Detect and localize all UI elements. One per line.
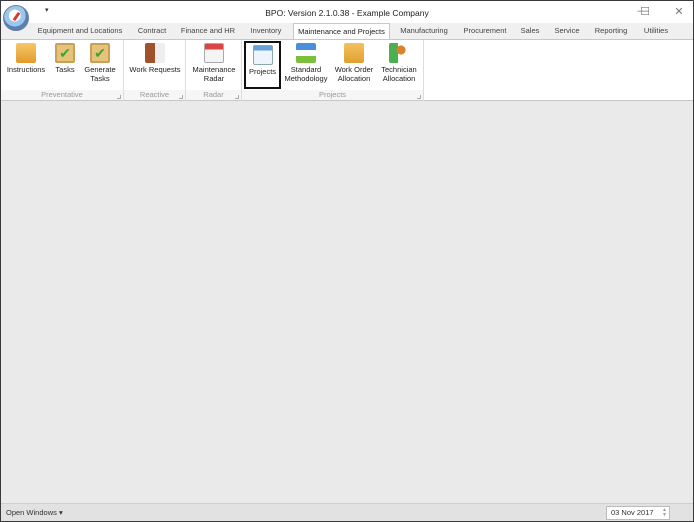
tasks-label: Tasks — [55, 65, 75, 74]
tab-equipment-and-locations[interactable]: Equipment and Locations — [34, 23, 126, 39]
tab-procurement[interactable]: Procurement — [458, 23, 512, 39]
tab-inventory[interactable]: Inventory — [244, 23, 288, 39]
technician-allocation-label-2: Allocation — [382, 73, 416, 83]
date-spinner[interactable]: ▲ ▼ — [662, 508, 667, 518]
notepad-icon — [16, 43, 36, 63]
technician-allocation-button[interactable]: Technician Allocation — [379, 41, 419, 89]
date-value: 03 Nov 2017 — [611, 508, 654, 517]
ribbon: Instructions ✔ Tasks ✔ Generate Tasks Pre… — [1, 39, 693, 101]
tab-reporting[interactable]: Reporting — [589, 23, 633, 39]
group-reactive: Work Requests Reactive — [124, 40, 186, 101]
standard-methodology-button[interactable]: Standard Methodology — [283, 41, 329, 89]
folder-search-icon — [344, 43, 364, 63]
tasks-button[interactable]: ✔ Tasks — [52, 41, 78, 89]
projects-label: Projects — [248, 67, 277, 76]
tab-sales[interactable]: Sales — [516, 23, 544, 39]
group-radar: Maintenance Radar Radar — [186, 40, 242, 101]
close-button[interactable]: ✕ — [669, 5, 689, 18]
clipboard-check-icon: ✔ — [55, 43, 75, 63]
group-label-preventative: Preventative — [1, 90, 123, 100]
maintenance-radar-label-2: Radar — [203, 73, 225, 83]
work-order-allocation-button[interactable]: Work Order Allocation — [332, 41, 376, 89]
date-field[interactable]: 03 Nov 2017 ▲ ▼ — [606, 506, 670, 520]
generate-tasks-label-2: Tasks — [90, 73, 110, 83]
tab-contract[interactable]: Contract — [131, 23, 173, 39]
maximize-button[interactable]: ☐ — [635, 5, 655, 18]
dialog-launcher-icon[interactable] — [117, 95, 121, 99]
status-bar: Open Windows ▾ 03 Nov 2017 ▲ ▼ — [1, 503, 693, 521]
clipboard-star-icon: ✔ — [90, 43, 110, 63]
project-board-icon — [252, 45, 273, 65]
instructions-label: Instructions — [6, 65, 46, 74]
group-preventative: Instructions ✔ Tasks ✔ Generate Tasks Pre… — [1, 40, 124, 101]
briefcase-document-icon — [145, 43, 165, 63]
open-windows-dropdown[interactable]: Open Windows ▾ — [6, 508, 63, 517]
work-order-allocation-label-2: Allocation — [337, 73, 371, 83]
generate-tasks-button[interactable]: ✔ Generate Tasks — [81, 41, 119, 89]
user-arrow-icon — [389, 43, 409, 63]
work-requests-button[interactable]: Work Requests — [126, 41, 184, 89]
maintenance-radar-button[interactable]: Maintenance Radar — [189, 41, 239, 89]
tab-service[interactable]: Service — [549, 23, 585, 39]
hierarchy-icon — [296, 43, 316, 63]
dialog-launcher-icon[interactable] — [179, 95, 183, 99]
group-label-radar: Radar — [186, 90, 241, 100]
tab-maintenance-and-projects[interactable]: Maintenance and Projects — [293, 23, 390, 40]
work-requests-label: Work Requests — [129, 65, 181, 74]
group-label-reactive: Reactive — [124, 90, 185, 100]
app-window: ▾ BPO: Version 2.1.0.38 - Example Compan… — [0, 0, 694, 522]
projects-button[interactable]: Projects — [244, 41, 281, 89]
instructions-button[interactable]: Instructions — [4, 41, 48, 89]
standard-methodology-label-2: Methodology — [284, 73, 328, 83]
app-logo-icon[interactable] — [3, 5, 29, 31]
group-label-projects: Projects — [242, 90, 423, 100]
window-title: BPO: Version 2.1.0.38 - Example Company — [265, 8, 429, 18]
tab-manufacturing[interactable]: Manufacturing — [395, 23, 453, 39]
workspace-area — [1, 101, 693, 503]
dialog-launcher-icon[interactable] — [417, 95, 421, 99]
tab-finance-and-hr[interactable]: Finance and HR — [177, 23, 239, 39]
tab-utilities[interactable]: Utilities — [637, 23, 675, 39]
dialog-launcher-icon[interactable] — [235, 95, 239, 99]
ribbon-tabs: Equipment and Locations Contract Finance… — [1, 23, 693, 40]
group-projects: Projects Standard Methodology Work Order A… — [242, 40, 424, 101]
calendar-icon — [204, 43, 224, 63]
